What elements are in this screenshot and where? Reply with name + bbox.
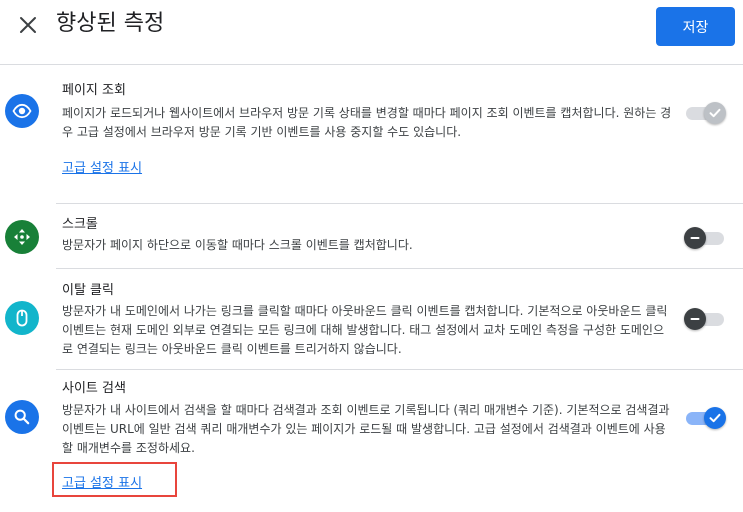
section-description: 방문자가 페이지 하단으로 이동할 때마다 스크롤 이벤트를 캡처합니다. <box>62 238 413 252</box>
toggle-knob <box>704 407 726 429</box>
highlight-box <box>52 462 177 497</box>
outbound-clicks-icon-badge <box>5 301 39 335</box>
show-advanced-settings-link[interactable]: 고급 설정 표시 <box>62 160 142 178</box>
section-title: 페이지 조회 <box>62 83 126 98</box>
minus-icon <box>690 237 700 239</box>
toggle-knob <box>684 308 706 330</box>
save-button[interactable]: 저장 <box>656 7 735 46</box>
toggle-knob <box>704 102 726 124</box>
close-button[interactable] <box>14 11 42 39</box>
outbound-clicks-toggle[interactable] <box>684 306 726 332</box>
page-title: 향상된 측정 <box>56 11 165 36</box>
close-icon <box>20 17 36 33</box>
site-search-toggle[interactable] <box>684 405 726 431</box>
section-description: 페이지가 로드되거나 웹사이트에서 브라우저 방문 기록 상태를 변경할 때마다… <box>62 106 672 139</box>
check-icon <box>709 413 721 423</box>
scroll-arrows-icon <box>14 229 30 245</box>
site-search-icon-badge <box>5 400 39 434</box>
scroll-icon-badge <box>5 220 39 254</box>
page-views-icon-badge <box>5 94 39 128</box>
page-views-toggle[interactable] <box>684 100 726 126</box>
section-description: 방문자가 내 사이트에서 검색을 할 때마다 검색결과 조회 이벤트로 기록됩니… <box>62 403 670 455</box>
section-title: 스크롤 <box>62 217 98 232</box>
section-page-views: 페이지 조회 페이지가 로드되거나 웹사이트에서 브라우저 방문 기록 상태를 … <box>0 65 743 203</box>
scroll-toggle[interactable] <box>684 225 726 251</box>
section-title: 사이트 검색 <box>62 381 126 396</box>
eye-icon <box>12 103 32 119</box>
search-icon <box>14 409 30 425</box>
section-scroll: 스크롤 방문자가 페이지 하단으로 이동할 때마다 스크롤 이벤트를 캡처합니다… <box>0 204 743 268</box>
minus-icon <box>690 318 700 320</box>
check-icon <box>709 108 721 118</box>
section-description: 방문자가 내 도메인에서 나가는 링크를 클릭할 때마다 아웃바운드 클릭 이벤… <box>62 304 668 356</box>
mouse-icon <box>16 309 28 327</box>
dialog-header: 향상된 측정 저장 <box>0 0 743 60</box>
section-outbound-clicks: 이탈 클릭 방문자가 내 도메인에서 나가는 링크를 클릭할 때마다 아웃바운드… <box>0 269 743 369</box>
toggle-knob <box>684 227 706 249</box>
section-title: 이탈 클릭 <box>62 283 114 298</box>
